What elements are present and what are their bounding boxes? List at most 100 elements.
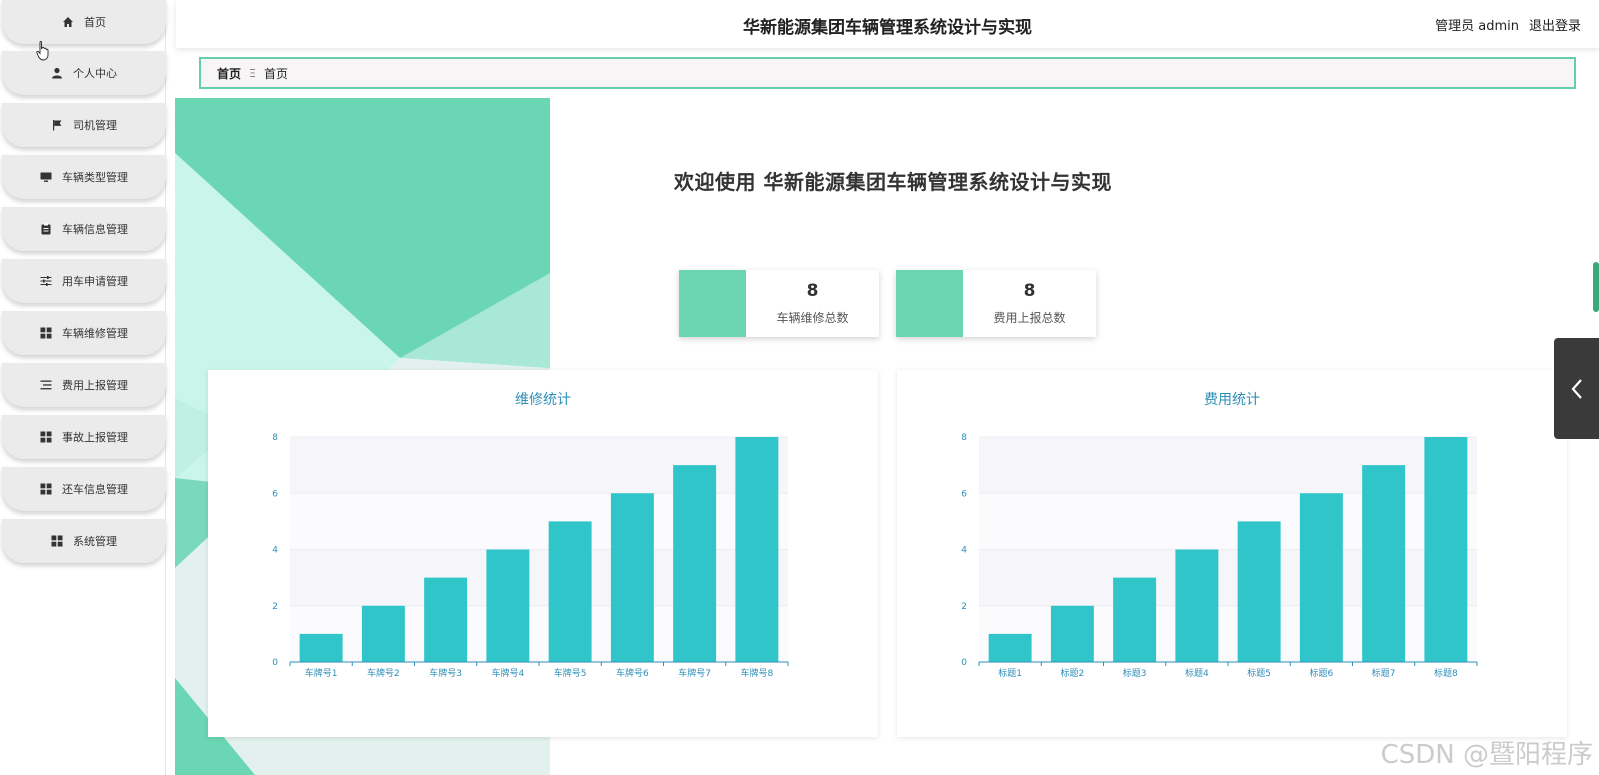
x-tick-label: 标题1 xyxy=(998,667,1022,679)
x-tick-label: 车牌号8 xyxy=(741,667,774,679)
sidebar-item-label: 费用上报管理 xyxy=(62,379,128,392)
stat-label: 车辆维修总数 xyxy=(776,311,849,325)
sidebar-item-home[interactable]: 首页 xyxy=(2,0,166,44)
grid-icon xyxy=(40,431,52,443)
x-tick-label: 标题4 xyxy=(1185,667,1209,679)
bar[interactable] xyxy=(1424,437,1468,662)
stat-value: 8 xyxy=(806,281,819,301)
x-tick-label: 标题5 xyxy=(1247,667,1271,679)
sidebar-item-accident-reports[interactable]: 事故上报管理 xyxy=(2,415,166,459)
flag-icon xyxy=(51,119,63,131)
y-tick-label: 2 xyxy=(272,602,278,612)
sidebar-item-vehicle-requests[interactable]: 用车申请管理 xyxy=(2,259,166,303)
sliders-icon xyxy=(40,275,52,287)
sidebar-item-label: 事故上报管理 xyxy=(62,431,128,444)
sidebar-item-label: 车辆类型管理 xyxy=(62,171,128,184)
sidebar-item-drivers[interactable]: 司机管理 xyxy=(2,103,166,147)
bar[interactable] xyxy=(1050,605,1094,662)
welcome-heading: 欢迎使用 华新能源集团车辆管理系统设计与实现 xyxy=(674,170,1112,194)
clipboard-icon xyxy=(40,223,52,235)
bar[interactable] xyxy=(1362,465,1406,662)
breadcrumb-home[interactable]: 首页 xyxy=(217,65,241,82)
breadcrumb: 首页 Ξ 首页 xyxy=(199,57,1576,89)
y-tick-label: 4 xyxy=(272,546,278,556)
x-tick-label: 车牌号7 xyxy=(678,667,711,679)
x-tick-label: 标题6 xyxy=(1310,667,1334,679)
sidebar-item-vehicle-return[interactable]: 还车信息管理 xyxy=(2,467,166,511)
expense-chart-panel: 0 2 4 6 8 标题1 标题2 标题3 标题4 标题5 标题6 标题7 标题8 费用统计 xyxy=(897,370,1567,737)
sidebar-item-vehicle-info[interactable]: 车辆信息管理 xyxy=(2,207,166,251)
chart-title: 维修统计 xyxy=(515,392,571,408)
y-tick-label: 6 xyxy=(961,489,967,499)
bar[interactable] xyxy=(610,493,654,662)
breadcrumb-current: 首页 xyxy=(263,66,288,81)
y-tick-label: 0 xyxy=(272,658,278,668)
stat-card-expenses: 8 费用上报总数 xyxy=(896,270,1096,337)
expense-chart: 0 2 4 6 8 标题1 标题2 标题3 标题4 标题5 标题6 标题7 标题8 xyxy=(961,433,1478,679)
stat-swatch xyxy=(896,270,963,337)
list-icon xyxy=(40,379,52,391)
sidebar-item-label: 车辆信息管理 xyxy=(62,223,128,236)
breadcrumb-separator: Ξ xyxy=(249,66,256,80)
logout-button[interactable]: 退出登录 xyxy=(1529,15,1581,34)
bar[interactable] xyxy=(1175,549,1219,663)
stat-swatch xyxy=(679,270,746,337)
chart-title: 费用统计 xyxy=(1204,392,1260,408)
bar[interactable] xyxy=(673,465,717,662)
watermark: CSDN @暨阳程序 xyxy=(1380,740,1593,770)
stat-value: 8 xyxy=(1023,281,1036,301)
sidebar-item-profile[interactable]: 个人中心 xyxy=(2,51,166,95)
x-tick-label: 标题7 xyxy=(1372,667,1396,679)
stat-label: 费用上报总数 xyxy=(993,311,1066,325)
x-tick-label: 标题3 xyxy=(1123,667,1147,679)
y-tick-label: 0 xyxy=(961,658,967,668)
x-tick-label: 车牌号1 xyxy=(305,667,338,679)
bar[interactable] xyxy=(1237,521,1281,662)
x-tick-label: 车牌号3 xyxy=(429,667,462,679)
bar[interactable] xyxy=(486,549,530,663)
sidebar-item-label: 车辆维修管理 xyxy=(62,327,128,340)
stat-card-repairs: 8 车辆维修总数 xyxy=(679,270,879,337)
y-tick-label: 8 xyxy=(961,433,967,443)
grid-icon xyxy=(51,535,63,547)
x-tick-label: 车牌号4 xyxy=(492,667,525,679)
user-icon xyxy=(51,67,63,79)
bar[interactable] xyxy=(361,605,405,662)
sidebar-item-label: 用车申请管理 xyxy=(62,275,128,288)
repair-chart-panel: 0 2 4 6 8 车牌号1 车牌号2 车牌号3 车牌号4 车牌号5 车牌号6 车牌号7 车牌号8 维修… xyxy=(208,370,878,737)
y-tick-label: 8 xyxy=(272,433,278,443)
bar[interactable] xyxy=(1299,493,1343,662)
user-area: 管理员 admin 退出登录 xyxy=(1435,15,1581,34)
sidebar-item-label: 个人中心 xyxy=(73,67,117,80)
bar[interactable] xyxy=(548,521,592,662)
top-header: 华新能源集团车辆管理系统设计与实现 管理员 admin 退出登录 xyxy=(176,0,1599,48)
bar[interactable] xyxy=(1113,577,1157,662)
sidebar-item-expense-reports[interactable]: 费用上报管理 xyxy=(2,363,166,407)
current-user: 管理员 admin xyxy=(1435,19,1519,34)
sidebar-item-label: 首页 xyxy=(84,16,106,29)
bar[interactable] xyxy=(988,633,1032,662)
x-tick-label: 车牌号2 xyxy=(367,667,400,679)
sidebar-item-label: 还车信息管理 xyxy=(62,483,128,496)
y-tick-label: 4 xyxy=(961,546,967,556)
sidebar-item-vehicle-repair[interactable]: 车辆维修管理 xyxy=(2,311,166,355)
x-tick-label: 标题2 xyxy=(1061,667,1085,679)
sidebar-item-label: 系统管理 xyxy=(73,535,117,548)
sidebar-item-vehicle-types[interactable]: 车辆类型管理 xyxy=(2,155,166,199)
y-tick-label: 2 xyxy=(961,602,967,612)
collapse-panel-button[interactable] xyxy=(1554,338,1599,439)
hand-cursor-icon xyxy=(36,41,49,61)
sidebar-item-label: 司机管理 xyxy=(73,119,117,132)
x-tick-label: 标题8 xyxy=(1434,667,1458,679)
bar[interactable] xyxy=(424,577,468,662)
repair-chart: 0 2 4 6 8 车牌号1 车牌号2 车牌号3 车牌号4 车牌号5 车牌号6 车牌号7 车牌号8 xyxy=(272,433,789,679)
grid-icon xyxy=(40,327,52,339)
scrollbar-thumb[interactable] xyxy=(1593,262,1599,312)
y-tick-label: 6 xyxy=(272,489,278,499)
grid-icon xyxy=(40,483,52,495)
bar[interactable] xyxy=(299,633,343,662)
x-tick-label: 车牌号6 xyxy=(616,667,649,679)
bar[interactable] xyxy=(735,437,779,662)
monitor-icon xyxy=(40,171,52,183)
sidebar-item-system[interactable]: 系统管理 xyxy=(2,519,166,563)
